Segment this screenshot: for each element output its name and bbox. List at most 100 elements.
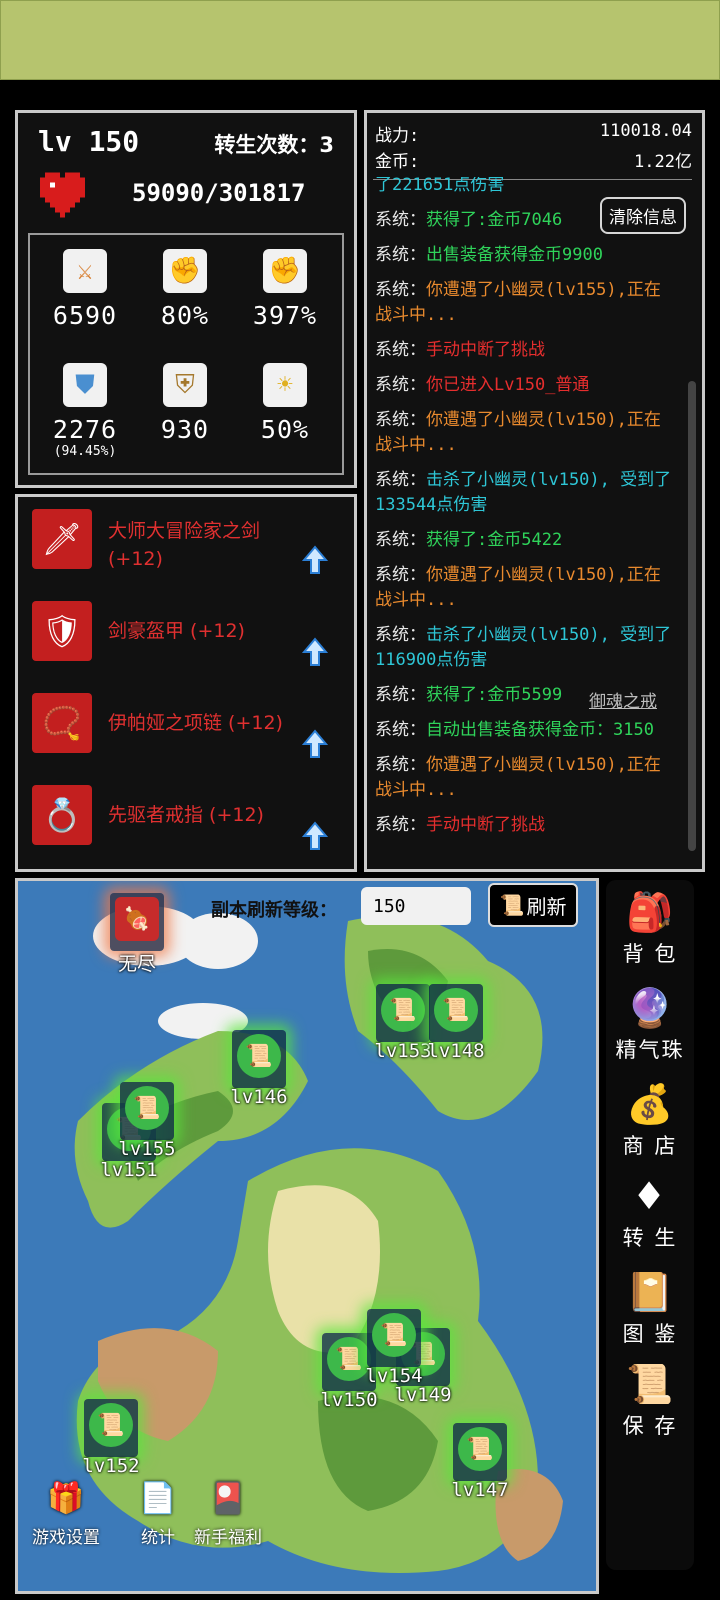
log-message: 系统：你遭遇了小幽灵(lv150),正在战斗中... (375, 563, 675, 613)
crit-fist-icon: ✊ (163, 249, 207, 293)
save-label: 保 存 (622, 1414, 678, 1438)
clear-log-button[interactable]: 清除信息 (600, 197, 686, 234)
sword-icon: 🗡 (32, 509, 92, 569)
node-label: lv151 (100, 1159, 158, 1181)
dungeon-node-lv147[interactable]: 📜 lv147 (451, 1423, 509, 1501)
stat-value: 50% (260, 415, 310, 444)
spirit-orb-label: 精气珠 (615, 1038, 685, 1062)
stat-armor[interactable]: ⛨ 930 (135, 363, 235, 444)
upgrade-arrow-icon[interactable] (302, 821, 328, 851)
gold-label: 金币: (375, 152, 420, 172)
dungeon-node-lv155[interactable]: 📜 lv155 (118, 1082, 176, 1160)
codex-label: 图 鉴 (622, 1322, 678, 1346)
log-message-text: 获得了:金币5422 (426, 530, 563, 550)
game-settings-button[interactable]: 🎁 游戏设置 (32, 1481, 100, 1548)
player-level: lv 150 (38, 125, 140, 158)
rebirth-count: 转生次数：3 (214, 133, 334, 157)
scroll-icon: 📜 (434, 988, 478, 1032)
dungeon-node-lv146[interactable]: 📜 lv146 (230, 1030, 288, 1108)
log-message: 系统：你遭遇了小幽灵(lv150),正在战斗中... (375, 753, 675, 803)
dungeon-node-lv154[interactable]: 📜 lv154 (365, 1309, 423, 1387)
stat-regen[interactable]: ☀ 50% (235, 363, 335, 444)
node-label: lv147 (451, 1479, 509, 1501)
node-label: lv150 (320, 1389, 378, 1411)
node-label: 无尽 (117, 953, 156, 975)
power-value: 110018.04 (599, 121, 692, 141)
equipment-slot-armor[interactable]: 🛡 剑豪盔甲 (+12) (32, 601, 342, 671)
spirit-orb-button[interactable]: 🔮 精气珠 (606, 984, 694, 1064)
stat-value: 2276 (52, 415, 118, 444)
log-message: 系统：击杀了小幽灵(lv150), 受到了116900点伤害 (375, 623, 675, 673)
stat-sub: (94.45%) (53, 444, 117, 459)
stat-crit-rate[interactable]: ✊ 80% (135, 249, 235, 330)
node-label: lv154 (365, 1365, 423, 1387)
log-message: 系统：获得了:金币5422 (375, 528, 675, 553)
gift-sword-icon: 🎴 (209, 1481, 247, 1516)
upgrade-arrow-icon[interactable] (302, 729, 328, 759)
log-system-prefix: 系统： (375, 815, 426, 835)
log-message: 系统：手动中断了挑战 (375, 338, 675, 363)
ring-icon: 💍 (32, 785, 92, 845)
statistics-label: 统计 (141, 1528, 175, 1548)
save-button[interactable]: 📜 保 存 (606, 1360, 694, 1440)
node-label: lv149 (394, 1384, 452, 1406)
world-map[interactable]: 副本刷新等级： 📜 刷新 🍖 无尽 📜 lv153 📜 lv148 📜 lv14… (15, 878, 599, 1594)
refresh-button-label: 刷新 (526, 894, 567, 919)
endless-dungeon-node[interactable]: 🍖 无尽 (110, 893, 164, 975)
log-message-text: 获得了:金币7046 (426, 210, 563, 230)
stat-crit-damage[interactable]: ✊ 397% (235, 249, 335, 330)
shop-button[interactable]: 💰 商 店 (606, 1080, 694, 1160)
scroll-icon: 📜 (237, 1034, 281, 1078)
dungeon-node-lv153[interactable]: 📜 lv153 (374, 984, 432, 1062)
newbie-gift-label: 新手福利 (194, 1528, 262, 1548)
stat-value: 930 (160, 415, 210, 444)
node-label: lv146 (230, 1086, 288, 1108)
battle-log-panel: 战力: 110018.04 金币: 1.22亿 了221651点伤害 系统：获得… (364, 110, 705, 872)
top-banner (0, 0, 720, 80)
equipment-slot-weapon[interactable]: 🗡 大师大冒险家之剑(+12) (32, 509, 342, 579)
stat-value: 6590 (52, 301, 118, 330)
stat-attack[interactable]: ⚔ 6590 (35, 249, 135, 330)
scroll-icon: 📜 (372, 1313, 416, 1357)
log-list[interactable]: 了221651点伤害 系统：获得了:金币7046 系统：出售装备获得金币9900 系… (375, 177, 675, 857)
scroll-icon: 📜 (381, 988, 425, 1032)
shield-icon: ⛊ (63, 363, 107, 407)
upgrade-arrow-icon[interactable] (302, 637, 328, 667)
equipment-name: 大师大冒险家之剑(+12) (108, 520, 261, 570)
upgrade-arrow-icon[interactable] (302, 545, 328, 575)
codex-button[interactable]: 📔 图 鉴 (606, 1268, 694, 1348)
log-system-prefix: 系统： (375, 470, 426, 490)
log-system-prefix: 系统： (375, 340, 426, 360)
dungeon-node-lv152[interactable]: 📜 lv152 (82, 1399, 140, 1477)
backpack-button[interactable]: 🎒 背 包 (606, 888, 694, 968)
stat-defense[interactable]: ⛊ 2276 (94.45%) (35, 363, 135, 459)
newbie-gift-button[interactable]: 🎴 新手福利 (194, 1481, 262, 1548)
sword-icon: ⚔ (63, 249, 107, 293)
statistics-button[interactable]: 📄 统计 (138, 1481, 178, 1548)
orb-icon: 🔮 (626, 986, 676, 1030)
necklace-icon: 📿 (32, 693, 92, 753)
dungeon-node-lv148[interactable]: 📜 lv148 (427, 984, 485, 1062)
log-system-prefix: 系统： (375, 530, 426, 550)
node-label: lv152 (82, 1455, 140, 1477)
ring-link[interactable]: 御魂之戒 (589, 687, 657, 712)
stat-grid: ⚔ 6590 ✊ 80% ✊ 397% ⛊ 2276 (94.45%) ⛨ 93… (28, 233, 344, 475)
refresh-level-label: 副本刷新等级： (211, 900, 337, 921)
book-icon: 📔 (626, 1270, 676, 1314)
node-label: lv148 (427, 1040, 485, 1062)
refresh-button[interactable]: 📜 刷新 (488, 883, 578, 927)
log-scrollbar[interactable] (688, 381, 696, 851)
refresh-level-input[interactable] (361, 887, 471, 925)
rebirth-button[interactable]: ♦ 转 生 (606, 1172, 694, 1252)
node-label: lv155 (118, 1138, 176, 1160)
equipment-slot-necklace[interactable]: 📿 伊帕娅之项链 (+12) (32, 693, 342, 763)
armor-icon: ⛨ (163, 363, 207, 407)
character-stats-panel: lv 150 转生次数：3 59090/301817 ⚔ 6590 ✊ 80% … (15, 110, 357, 488)
log-message: 系统：自动出售装备获得金币：3150 (375, 718, 675, 743)
stat-value: 397% (252, 301, 318, 330)
game-settings-label: 游戏设置 (32, 1528, 100, 1548)
coins-icon: 💰 (626, 1082, 676, 1126)
scroll-icon: 📜 (125, 1086, 169, 1130)
equipment-slot-ring[interactable]: 💍 先驱者戒指 (+12) (32, 785, 342, 855)
crit-damage-icon: ✊ (263, 249, 307, 293)
